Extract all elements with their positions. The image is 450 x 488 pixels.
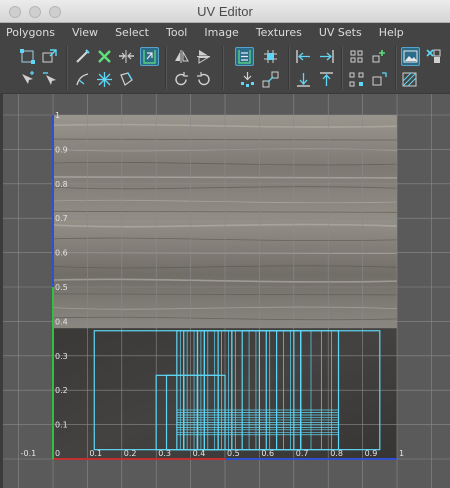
u-tick-label: 0.8 xyxy=(330,449,343,458)
v-tick-label: 0.9 xyxy=(55,145,68,154)
menu-textures[interactable]: Textures xyxy=(256,26,302,39)
title-bar: UV Editor xyxy=(0,0,450,23)
flip-v-icon[interactable] xyxy=(195,48,212,65)
u-tick-label: 0 xyxy=(55,449,60,458)
shell-grid-icon[interactable] xyxy=(348,48,365,65)
shell-square-icon[interactable] xyxy=(348,71,365,88)
v-tick-label: 0.7 xyxy=(55,214,68,223)
u-tick-label: 0.2 xyxy=(124,449,137,458)
u-tick-label: 0.7 xyxy=(296,449,309,458)
add-uv-icon[interactable] xyxy=(370,48,387,65)
window-title: UV Editor xyxy=(197,4,253,19)
v-tick-label: 1 xyxy=(55,111,60,120)
menu-tool[interactable]: Tool xyxy=(166,26,187,39)
uv-viewport[interactable]: -0.1 0 0.1 0.2 0.3 0.4 0.5 0.6 0.7 0.8 0.9 1 0.1 0.2… xyxy=(3,94,450,488)
uv-select-icon[interactable] xyxy=(19,48,36,65)
menu-image[interactable]: Image xyxy=(204,26,238,39)
grid-snap-icon[interactable] xyxy=(262,48,279,65)
menu-polygons[interactable]: Polygons xyxy=(6,26,55,39)
rotate-cw-icon[interactable] xyxy=(195,71,212,88)
u-tick-label: -0.1 xyxy=(21,449,37,458)
dim-image-icon[interactable] xyxy=(401,71,418,88)
menu-bar: Polygons View Select Tool Image Textures… xyxy=(0,23,450,42)
u-tick-label: 0.1 xyxy=(89,449,102,458)
u-tick-label: 0.4 xyxy=(193,449,206,458)
select-border-icon[interactable] xyxy=(41,71,58,88)
u-tick-label: 0.3 xyxy=(158,449,171,458)
v-tick-label: 0.5 xyxy=(55,283,68,292)
toolbar xyxy=(0,42,450,94)
align-down-icon[interactable] xyxy=(295,71,312,88)
rotate-ccw-icon[interactable] xyxy=(173,71,190,88)
select-shell-icon[interactable] xyxy=(19,71,36,88)
u-tick-label: 0.5 xyxy=(227,449,240,458)
unfold-icon[interactable] xyxy=(118,48,135,65)
smooth-icon[interactable] xyxy=(74,71,91,88)
u-tick-label: 0.9 xyxy=(365,449,378,458)
v-tick-label: 0.3 xyxy=(55,352,68,361)
cut-uv-icon[interactable] xyxy=(74,48,91,65)
unstack-icon[interactable] xyxy=(262,71,279,88)
straighten-icon[interactable] xyxy=(118,71,135,88)
stack-icon[interactable] xyxy=(239,71,256,88)
align-left-icon[interactable] xyxy=(295,48,312,65)
square-select-icon[interactable] xyxy=(370,71,387,88)
checker-icon[interactable] xyxy=(425,48,442,65)
align-right-icon[interactable] xyxy=(318,48,335,65)
move-uv-icon[interactable] xyxy=(41,48,58,65)
v-tick-label: 0.4 xyxy=(55,317,68,326)
v-tick-label: 0.2 xyxy=(55,386,68,395)
relax-icon[interactable] xyxy=(96,71,113,88)
menu-view[interactable]: View xyxy=(72,26,98,39)
u-tick-label: 0.6 xyxy=(261,449,274,458)
u-tick-label: 1 xyxy=(399,449,404,458)
v-tick-label: 0.1 xyxy=(55,421,68,430)
menu-select[interactable]: Select xyxy=(115,26,149,39)
v-tick-label: 0.8 xyxy=(55,180,68,189)
menu-help[interactable]: Help xyxy=(379,26,404,39)
flip-u-icon[interactable] xyxy=(173,48,190,65)
align-up-icon[interactable] xyxy=(318,71,335,88)
layout-icon[interactable] xyxy=(140,47,159,66)
menu-uv-sets[interactable]: UV Sets xyxy=(319,26,362,39)
uv-canvas[interactable]: -0.1 0 0.1 0.2 0.3 0.4 0.5 0.6 0.7 0.8 0.9 1 0.1 0.2… xyxy=(3,94,450,488)
sew-uv-icon[interactable] xyxy=(96,48,113,65)
distribute-icon[interactable] xyxy=(235,47,254,66)
image-display-icon[interactable] xyxy=(401,47,420,66)
v-tick-label: 0.6 xyxy=(55,249,68,258)
